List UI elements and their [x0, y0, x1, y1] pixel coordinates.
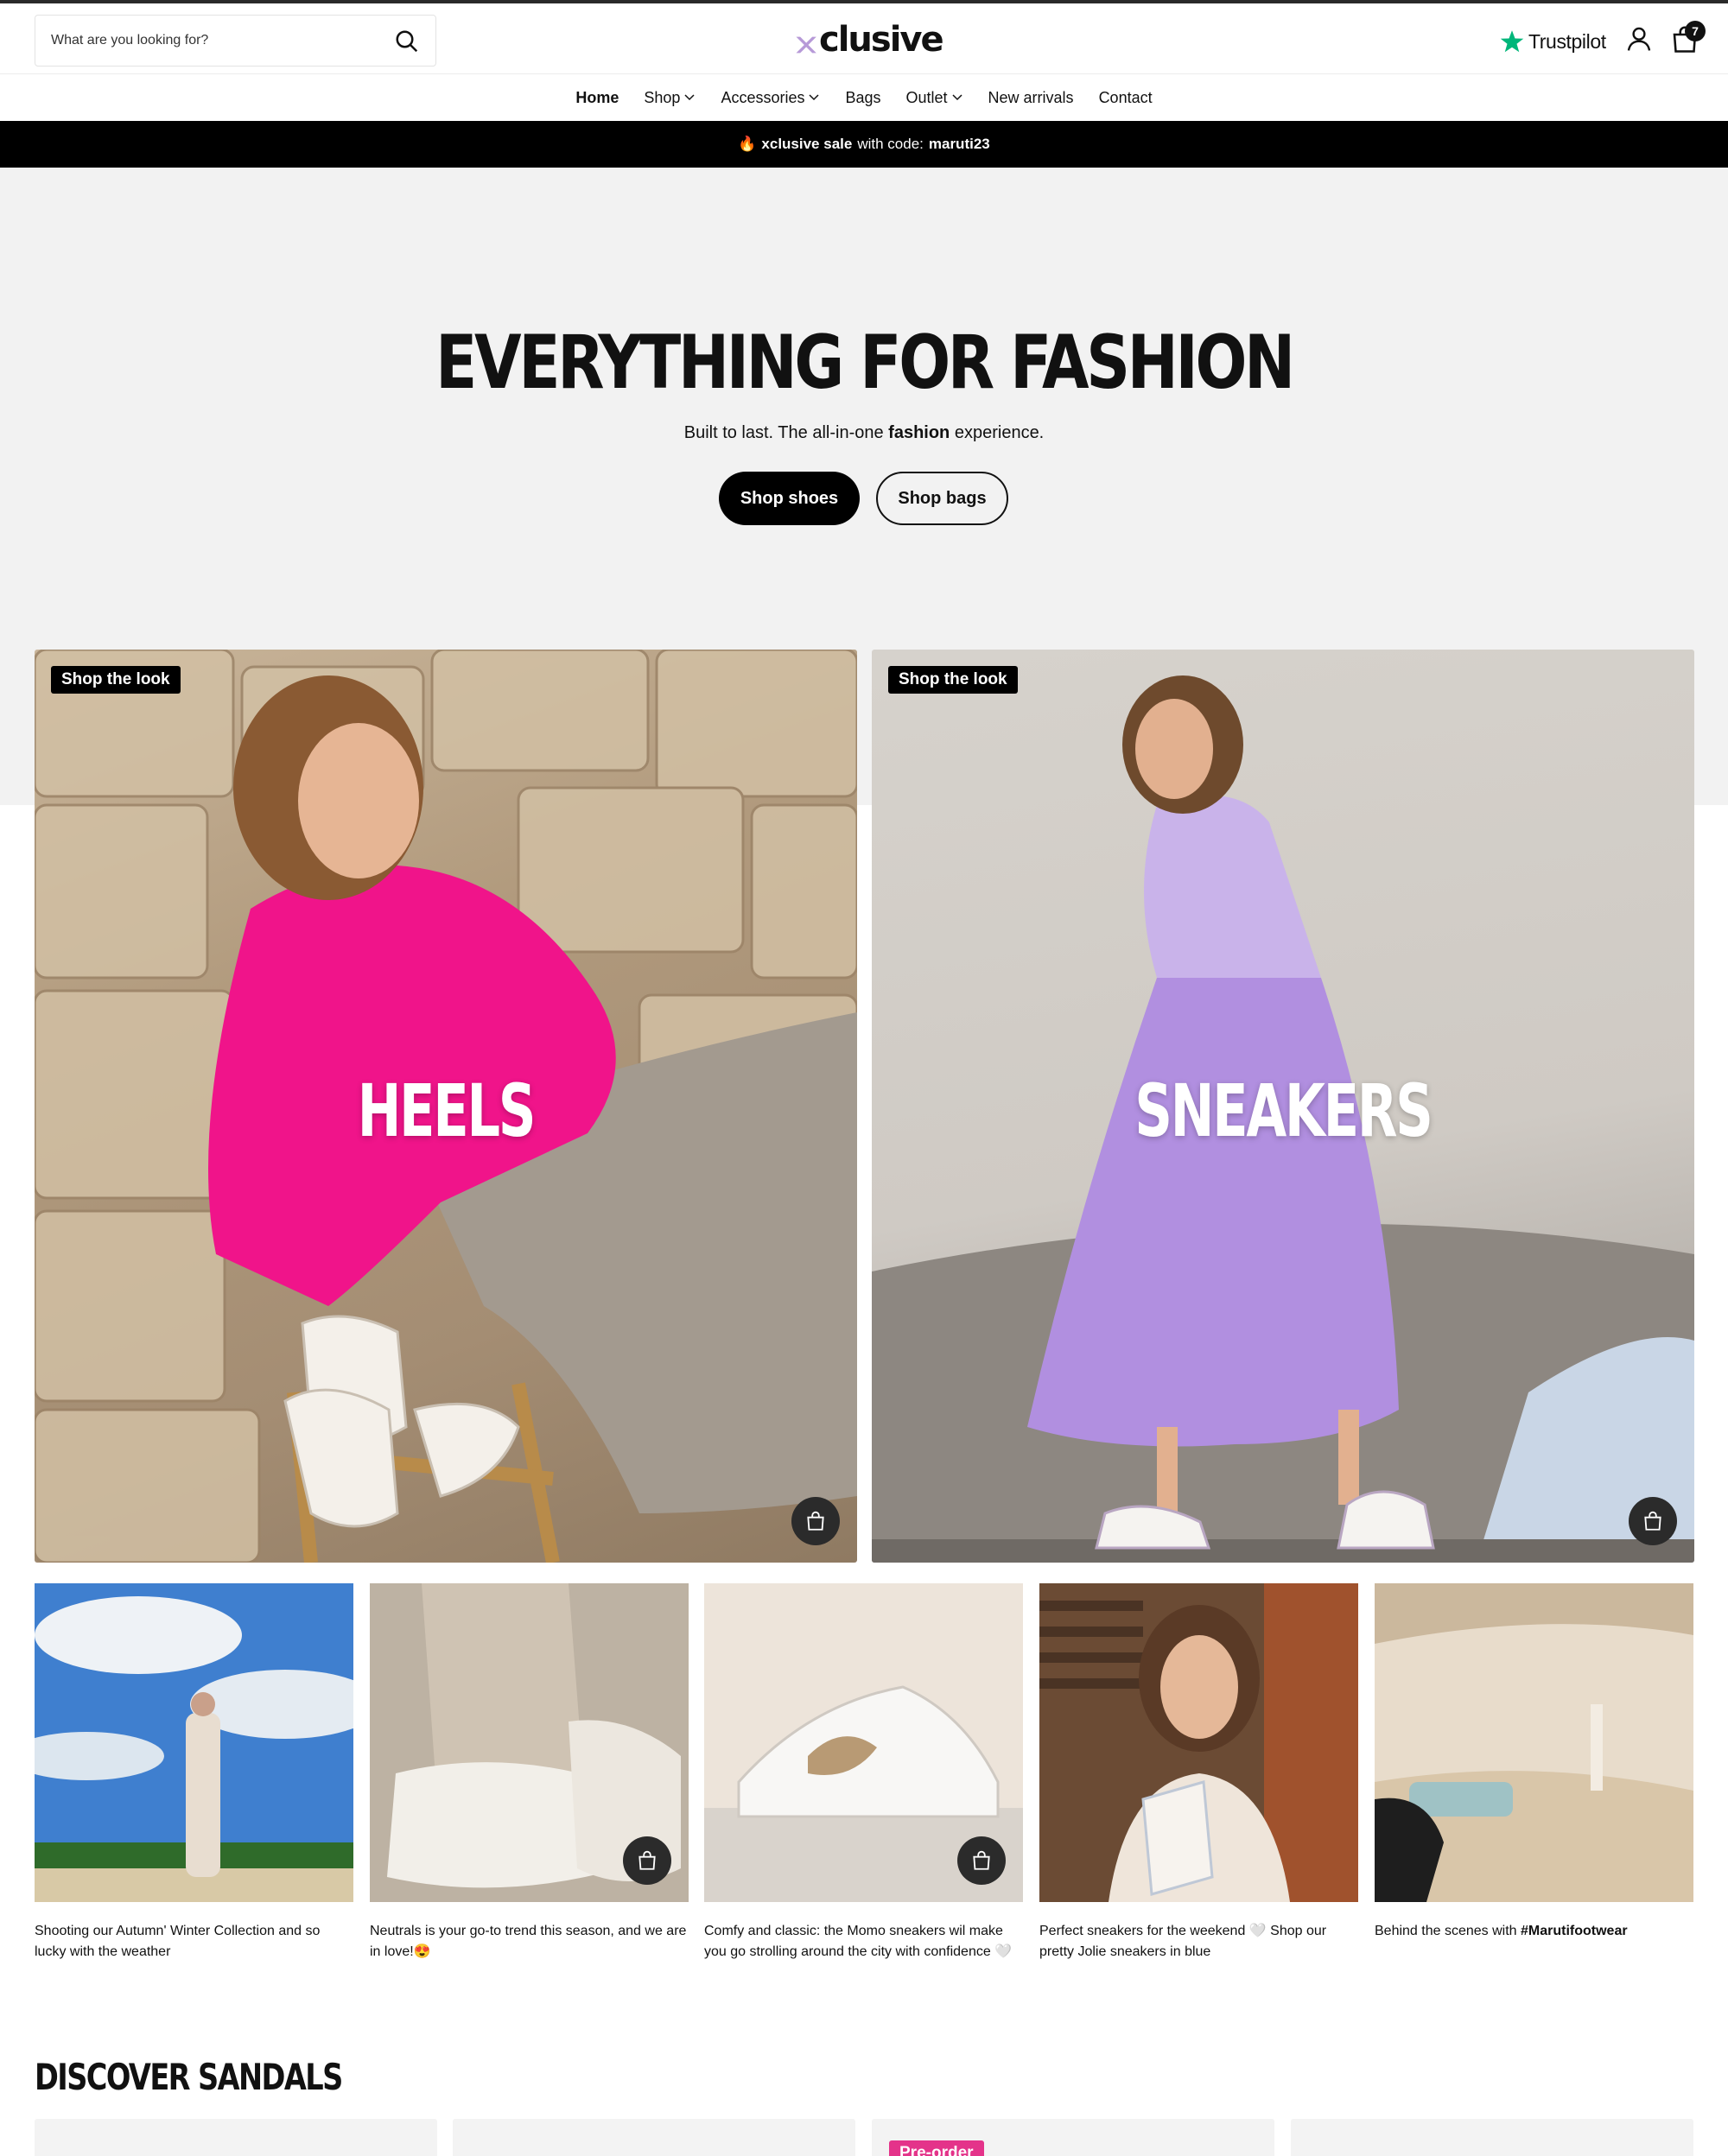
nav-item-label: Accessories [721, 88, 805, 106]
logo-x-mark-icon [796, 36, 816, 54]
look-label-heels: HEELS [357, 1068, 537, 1153]
nav-item-shop[interactable]: Shop [644, 89, 696, 107]
section-title: DISCOVER SANDALS [35, 2056, 343, 2098]
sky-photo-illustration [35, 1583, 353, 1902]
shop-the-look-tag[interactable]: Shop the look [888, 666, 1018, 694]
product-card[interactable]: Pre-order [872, 2119, 1274, 2156]
instagram-tile[interactable] [35, 1583, 353, 1902]
nav-item-label: New arrivals [988, 88, 1074, 106]
site-header: clusive Trustpilot 7 [0, 3, 1728, 74]
nav-item-label: Home [575, 88, 619, 106]
shop-look-bag-button[interactable] [623, 1836, 671, 1885]
instagram-caption: Behind the scenes with #Marutifootwear [1375, 1921, 1693, 1942]
nav-item-accessories[interactable]: Accessories [721, 89, 820, 107]
hero-subtitle-bold: fashion [888, 423, 950, 442]
promo-banner[interactable]: 🔥 xclusive sale with code: maruti23 [0, 121, 1728, 168]
chevron-down-icon [684, 94, 695, 101]
shop-bags-button[interactable]: Shop bags [876, 472, 1008, 525]
nav-item-home[interactable]: Home [575, 89, 619, 107]
instagram-tile[interactable] [1039, 1583, 1358, 1902]
instagram-tile[interactable] [1375, 1583, 1693, 1902]
search-box[interactable] [35, 15, 436, 67]
account-icon[interactable] [1624, 24, 1654, 54]
promo-code: maruti23 [928, 136, 990, 152]
behind-scenes-photo-illustration [1375, 1583, 1693, 1902]
shop-look-bag-button[interactable] [1629, 1497, 1677, 1545]
promo-bold-text: xclusive sale [761, 136, 853, 152]
instagram-caption: Comfy and classic: the Momo sneakers wil… [704, 1924, 1013, 1959]
caption-hashtag[interactable]: #Marutifootwear [1521, 1924, 1628, 1938]
nav-item-contact[interactable]: Contact [1099, 89, 1153, 107]
main-navigation: Home Shop Accessories Bags Outlet New ar… [0, 75, 1728, 120]
shopping-bag-icon [973, 1850, 990, 1870]
hero-subtitle: Built to last. The all-in-one fashion ex… [0, 423, 1728, 443]
look-label-sneakers: SNEAKERS [1134, 1068, 1433, 1153]
shopping-bag-icon [807, 1511, 824, 1531]
promo-text: with code: [857, 136, 924, 152]
shop-look-bag-button[interactable] [791, 1497, 840, 1545]
look-card-heels[interactable]: Shop the look HEELS [35, 650, 857, 1563]
cart-count-badge[interactable]: 7 [1685, 21, 1706, 41]
instagram-tile[interactable] [370, 1583, 689, 1902]
shopping-bag-icon [1644, 1511, 1661, 1531]
trustpilot-badge[interactable]: Trustpilot [1499, 26, 1606, 57]
instagram-tile[interactable] [704, 1583, 1023, 1902]
shopping-bag-icon [638, 1850, 656, 1870]
shop-look-bag-button[interactable] [957, 1836, 1006, 1885]
nav-item-label: Bags [845, 88, 881, 106]
trustpilot-label: Trustpilot [1528, 29, 1606, 53]
hero-subtitle-post: experience. [954, 423, 1045, 442]
site-logo[interactable]: clusive [793, 17, 944, 62]
nav-item-new-arrivals[interactable]: New arrivals [988, 89, 1074, 107]
shop-shoes-button[interactable]: Shop shoes [719, 472, 860, 525]
product-card[interactable] [453, 2119, 855, 2156]
trustpilot-star-icon [1500, 30, 1524, 53]
instagram-caption: Perfect sneakers for the weekend 🤍 Shop … [1039, 1924, 1327, 1959]
caption-text: Behind the scenes with [1375, 1924, 1517, 1938]
instagram-caption: Shooting our Autumn' Winter Collection a… [35, 1924, 321, 1959]
preorder-badge: Pre-order [889, 2140, 984, 2156]
instagram-caption: Neutrals is your go-to trend this season… [370, 1924, 687, 1959]
chevron-down-icon [809, 94, 819, 101]
nav-item-label: Shop [644, 88, 681, 106]
search-input[interactable] [51, 16, 379, 66]
nav-item-label: Outlet [905, 88, 948, 106]
shop-the-look-tag[interactable]: Shop the look [51, 666, 181, 694]
product-card[interactable] [35, 2119, 437, 2156]
nav-item-label: Contact [1098, 88, 1153, 106]
product-card[interactable] [1291, 2119, 1693, 2156]
portrait-photo-illustration [1039, 1583, 1358, 1902]
fire-icon: 🔥 [738, 136, 757, 152]
look-card-sneakers[interactable]: Shop the look SNEAKERS [872, 650, 1694, 1563]
search-icon[interactable] [394, 29, 420, 54]
chevron-down-icon [952, 94, 962, 101]
logo-text: clusive [819, 20, 944, 60]
nav-item-outlet[interactable]: Outlet [906, 89, 963, 107]
hero-title: EVERYTHING FOR FASHION [435, 320, 1295, 406]
nav-item-bags[interactable]: Bags [845, 89, 880, 107]
hero-subtitle-pre: Built to last. The all-in-one [683, 423, 884, 442]
